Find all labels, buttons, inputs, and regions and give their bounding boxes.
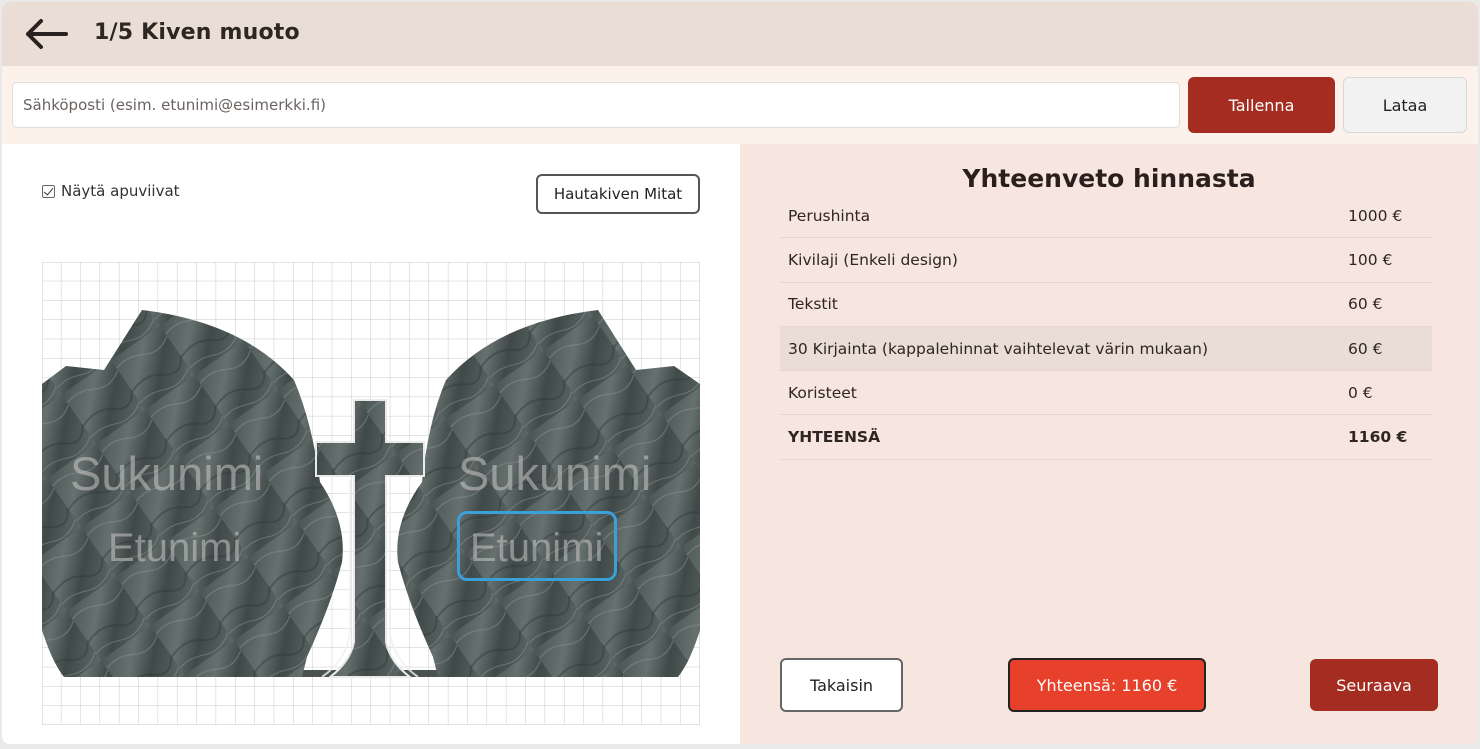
row-value: 1000 €	[1348, 206, 1403, 225]
email-bar: Tallenna Lataa	[2, 66, 1478, 144]
row-value: 60 €	[1348, 339, 1383, 358]
save-button[interactable]: Tallenna	[1188, 77, 1335, 133]
stone-editor-panel: Näytä apuviivat Hautakiven Mitat Sukunim…	[2, 144, 740, 744]
price-table: Perushinta 1000 € Kivilaji (Enkeli desig…	[780, 194, 1432, 460]
row-value: 60 €	[1348, 295, 1383, 314]
app-window: 1/5 Kiven muoto Tallenna Lataa Näytä apu…	[2, 2, 1478, 744]
total-price-button[interactable]: Yhteensä: 1160 €	[1008, 658, 1206, 712]
right-firstname-text: Etunimi	[470, 526, 604, 570]
back-arrow-icon[interactable]	[24, 16, 70, 52]
row-value: 0 €	[1348, 383, 1373, 402]
row-value: 100 €	[1348, 250, 1393, 269]
summary-title: Yhteenveto hinnasta	[962, 164, 1256, 193]
table-row: Perushinta 1000 €	[780, 194, 1432, 239]
right-surname-text[interactable]: Sukunimi	[458, 446, 651, 501]
row-label: 30 Kirjainta (kappalehinnat vaihtelevat …	[788, 339, 1209, 358]
top-header: 1/5 Kiven muoto	[2, 2, 1478, 66]
right-firstname-text-selected[interactable]: Etunimi	[457, 511, 617, 581]
load-button[interactable]: Lataa	[1343, 77, 1467, 133]
email-field[interactable]	[12, 82, 1180, 128]
table-row-total: YHTEENSÄ 1160 €	[780, 415, 1432, 460]
row-label: Kivilaji (Enkeli design)	[788, 250, 958, 269]
row-label: YHTEENSÄ	[788, 428, 881, 447]
back-button[interactable]: Takaisin	[780, 658, 903, 712]
show-guides-checkbox[interactable]: Näytä apuviivat	[42, 182, 180, 200]
show-guides-label: Näytä apuviivat	[61, 182, 180, 200]
table-row-highlighted: 30 Kirjainta (kappalehinnat vaihtelevat …	[780, 326, 1432, 372]
table-row: Kivilaji (Enkeli design) 100 €	[780, 238, 1432, 283]
table-row: Tekstit 60 €	[780, 283, 1432, 327]
table-row: Koristeet 0 €	[780, 371, 1432, 416]
stone-dimensions-button[interactable]: Hautakiven Mitat	[536, 174, 700, 214]
page-title: 1/5 Kiven muoto	[94, 20, 300, 45]
checkbox-checked-icon[interactable]	[42, 184, 55, 198]
row-value: 1160 €	[1348, 428, 1408, 447]
row-label: Tekstit	[788, 295, 838, 314]
price-summary-panel: Yhteenveto hinnasta Perushinta 1000 € Ki…	[740, 144, 1478, 744]
stone-canvas[interactable]: Sukunimi Etunimi Sukunimi Etunimi	[41, 261, 701, 726]
row-label: Perushinta	[788, 206, 871, 225]
left-surname-text[interactable]: Sukunimi	[70, 446, 263, 501]
left-firstname-text[interactable]: Etunimi	[108, 526, 241, 571]
row-label: Koristeet	[788, 383, 857, 402]
next-button[interactable]: Seuraava	[1310, 659, 1438, 711]
